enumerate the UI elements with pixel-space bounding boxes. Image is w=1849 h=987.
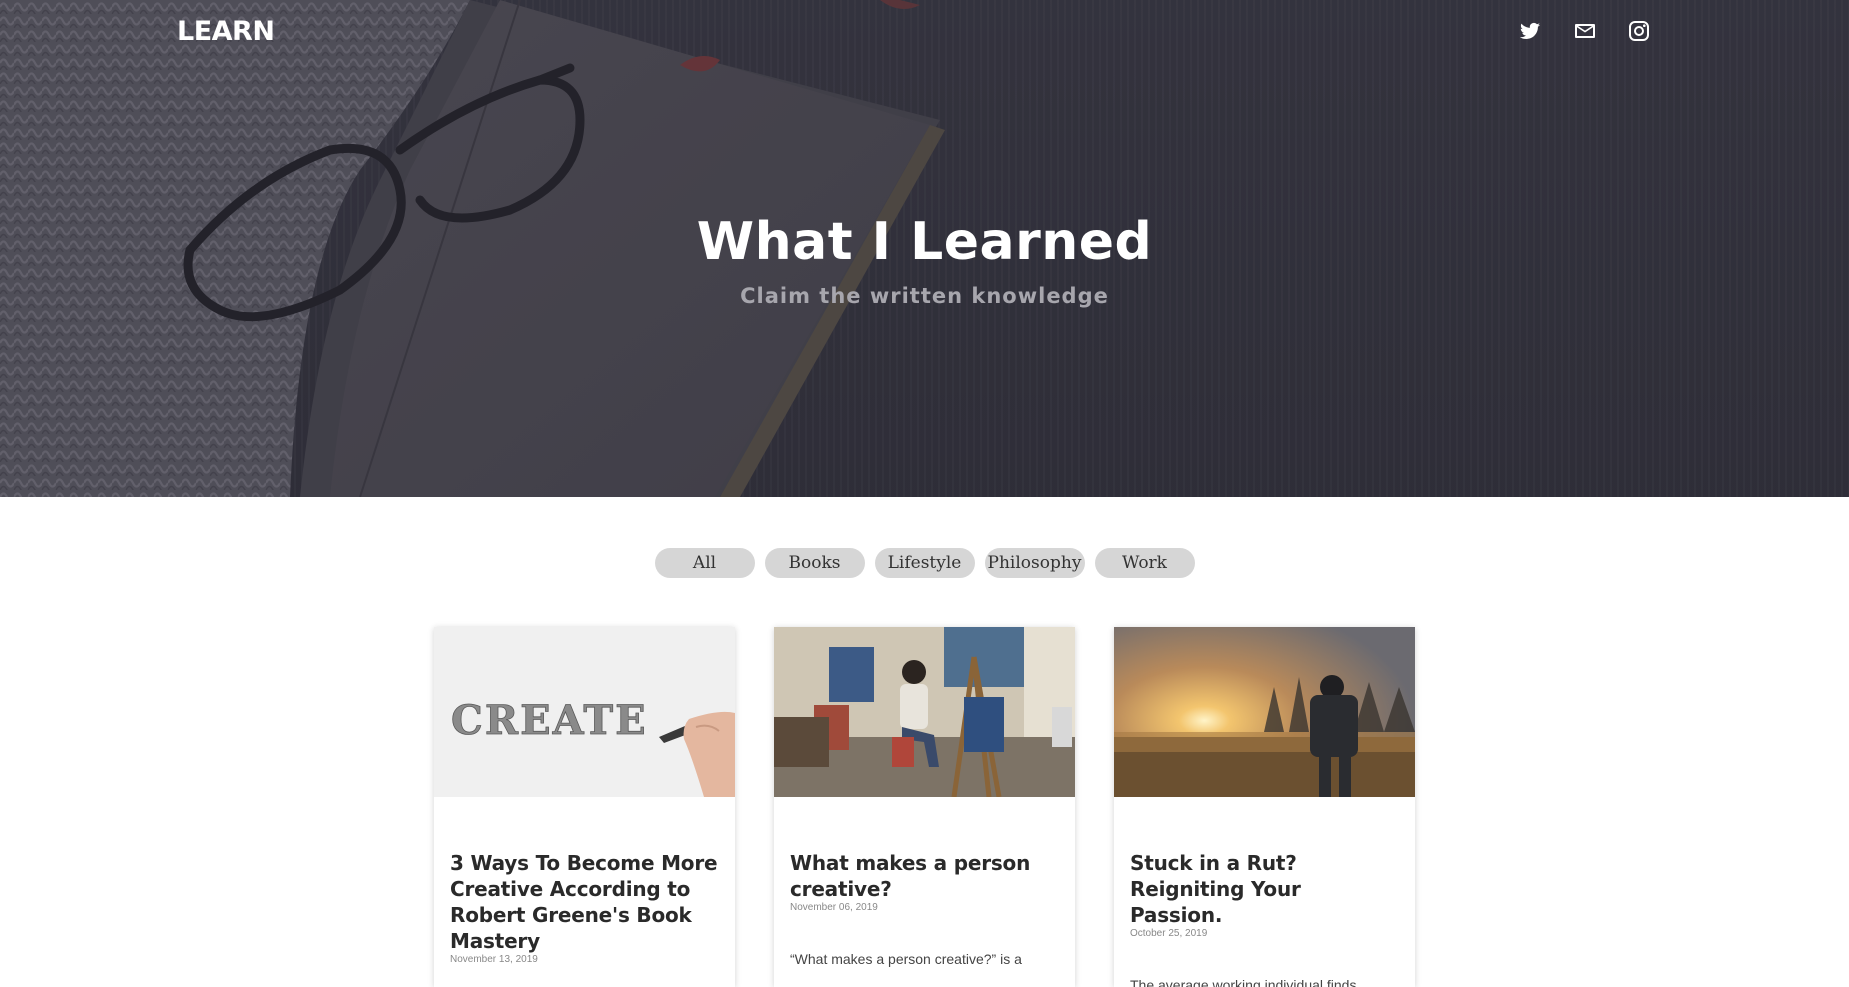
post-image-text: CREATE — [451, 697, 648, 744]
post-card[interactable]: What makes a person creative? November 0… — [774, 627, 1075, 987]
mail-icon[interactable] — [1573, 19, 1597, 43]
post-date: November 13, 2019 — [450, 954, 538, 965]
hero-banner: LEARN What I Learned Claim the written k… — [0, 0, 1849, 497]
post-title[interactable]: 3 Ways To Become More Creative According… — [450, 797, 719, 954]
filter-work-button[interactable]: Work — [1094, 548, 1195, 578]
post-card[interactable]: CREATE 3 Ways To Become More Creative Ac… — [434, 627, 735, 987]
hero-subtitle: Claim the written knowledge — [740, 284, 1109, 308]
filter-books-button[interactable]: Books — [764, 548, 865, 578]
post-title[interactable]: What makes a person creative? — [790, 797, 1059, 902]
post-image-painter[interactable] — [774, 627, 1075, 797]
twitter-icon[interactable] — [1518, 19, 1542, 43]
filter-lifestyle-button[interactable]: Lifestyle — [874, 548, 975, 578]
post-image-sunrise[interactable] — [1114, 627, 1415, 797]
category-filters: All Books Lifestyle Philosophy Work — [0, 548, 1849, 578]
post-excerpt: “What makes a person creative?” is a — [790, 951, 1022, 967]
post-title[interactable]: Stuck in a Rut? Reigniting Your Passion. — [1130, 797, 1399, 928]
post-date: November 06, 2019 — [790, 902, 878, 913]
post-card[interactable]: Stuck in a Rut? Reigniting Your Passion.… — [1114, 627, 1415, 987]
post-image-create[interactable]: CREATE — [434, 627, 735, 797]
filter-all-button[interactable]: All — [654, 548, 755, 578]
instagram-icon[interactable] — [1627, 19, 1651, 43]
site-logo[interactable]: LEARN — [177, 16, 275, 47]
post-date: October 25, 2019 — [1130, 928, 1208, 939]
filter-philosophy-button[interactable]: Philosophy — [984, 548, 1085, 578]
hero-title: What I Learned — [696, 212, 1153, 272]
post-excerpt: The average working individual finds — [1130, 977, 1357, 987]
